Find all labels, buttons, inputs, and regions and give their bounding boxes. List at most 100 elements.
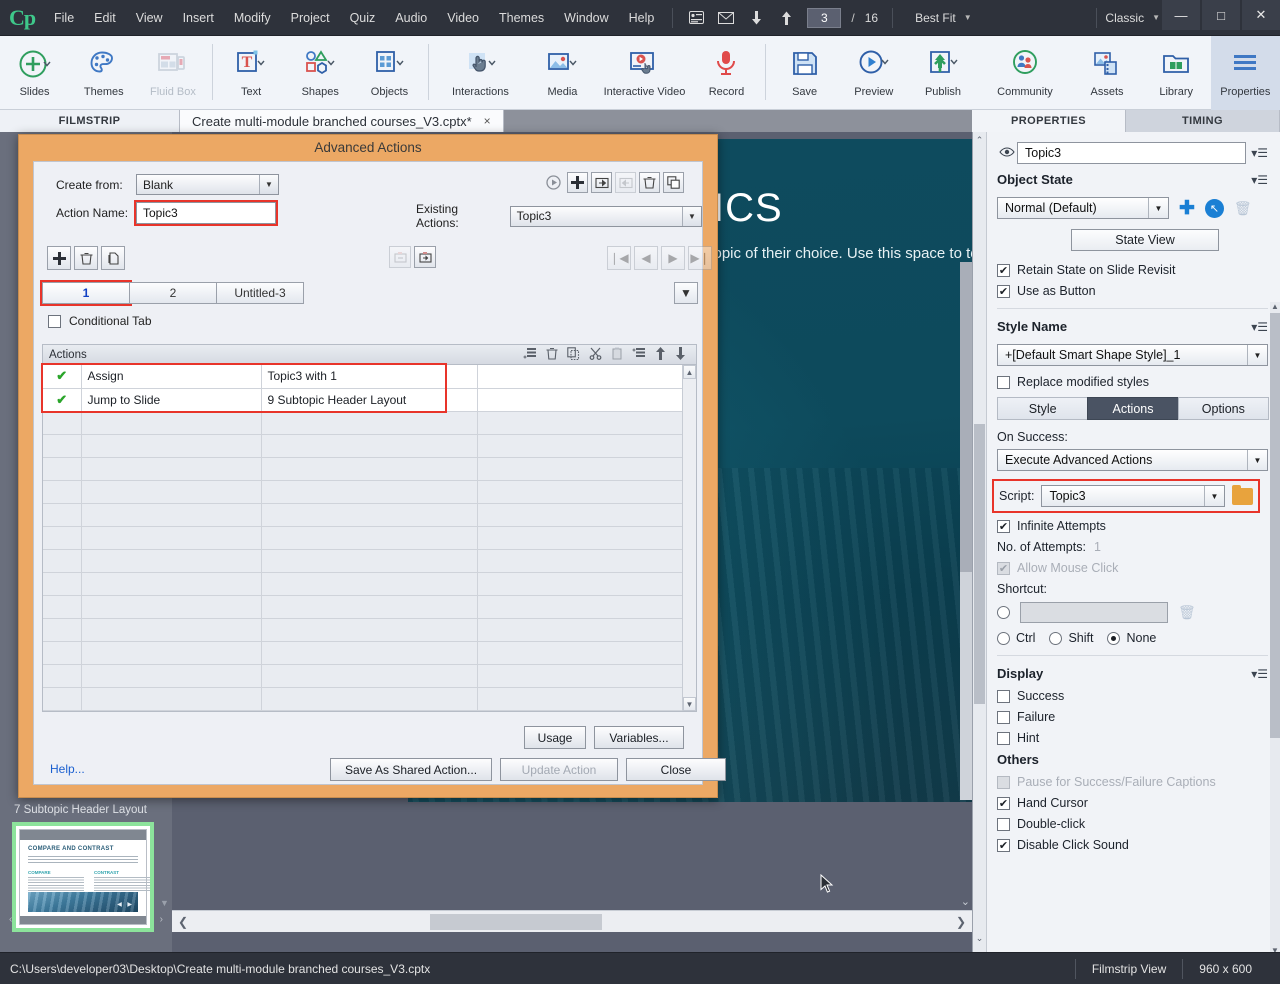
- row-action-cell[interactable]: [81, 618, 262, 642]
- canvas-vscroll-thumb[interactable]: [960, 262, 972, 572]
- existing-actions-select[interactable]: Topic3 ▼: [509, 205, 702, 227]
- row-status-cell[interactable]: [43, 618, 82, 642]
- menu-view[interactable]: View: [126, 0, 173, 36]
- row-action-cell[interactable]: [81, 664, 262, 688]
- row-action-cell[interactable]: [81, 480, 262, 504]
- row-action-cell[interactable]: [81, 687, 262, 711]
- row-extra-cell[interactable]: [477, 503, 696, 527]
- workspace-label[interactable]: Classic: [1105, 11, 1144, 25]
- grid-scroll-down-icon[interactable]: ▼: [683, 697, 696, 711]
- action-tabs-overflow-chevron-icon[interactable]: ▼: [674, 282, 698, 304]
- move-down-icon[interactable]: [744, 6, 768, 30]
- menu-help[interactable]: Help: [619, 0, 665, 36]
- row-detail-cell[interactable]: [261, 572, 478, 596]
- canvas-vertical-scrollbar[interactable]: [960, 262, 972, 800]
- tab-style[interactable]: Style: [997, 397, 1089, 420]
- properties-right-scroll-up-icon[interactable]: ▲: [1270, 302, 1280, 313]
- row-action-cell[interactable]: [81, 595, 262, 619]
- tab-actions[interactable]: Actions: [1087, 397, 1179, 420]
- close-button[interactable]: ✕: [1242, 0, 1280, 30]
- script-chevron-down-icon[interactable]: ▼: [1204, 486, 1224, 506]
- ribbon-assets[interactable]: Assets: [1072, 36, 1141, 110]
- row-detail-cell[interactable]: [261, 411, 478, 435]
- hand-cursor-row[interactable]: ✔ Hand Cursor: [997, 796, 1268, 810]
- tab-options[interactable]: Options: [1177, 397, 1269, 420]
- filmstrip-chevron-down-icon[interactable]: ▼: [160, 898, 169, 908]
- current-slide-input[interactable]: 3: [807, 7, 842, 28]
- canvas-hscroll-thumb[interactable]: [430, 913, 602, 930]
- display-success-checkbox[interactable]: [997, 689, 1010, 703]
- use-as-button-checkbox[interactable]: ✔: [997, 284, 1010, 298]
- modifier-ctrl[interactable]: Ctrl: [997, 631, 1035, 645]
- row-status-cell[interactable]: [43, 480, 82, 504]
- row-action-cell[interactable]: [81, 411, 262, 435]
- infinite-attempts-checkbox[interactable]: ✔: [997, 519, 1010, 533]
- tab-filmstrip[interactable]: FILMSTRIP: [0, 110, 180, 132]
- copy-row-icon[interactable]: [567, 346, 580, 363]
- zoom-level-label[interactable]: Best Fit: [915, 11, 956, 25]
- row-status-cell[interactable]: [43, 434, 82, 458]
- row-extra-cell[interactable]: [477, 664, 696, 688]
- row-action-cell[interactable]: Jump to Slide: [81, 388, 262, 412]
- modifier-none[interactable]: None: [1107, 631, 1156, 645]
- create-from-chevron-down-icon[interactable]: ▼: [259, 175, 278, 194]
- move-up-icon[interactable]: [774, 6, 798, 30]
- display-failure-checkbox[interactable]: [997, 710, 1010, 724]
- menu-project[interactable]: Project: [281, 0, 340, 36]
- row-detail-cell[interactable]: [261, 687, 478, 711]
- paste-row-icon[interactable]: [611, 347, 623, 363]
- row-action-cell[interactable]: [81, 572, 262, 596]
- ribbon-media[interactable]: Media: [528, 36, 597, 110]
- object-name-input[interactable]: Topic3: [1017, 142, 1246, 164]
- on-success-chevron-down-icon[interactable]: ▼: [1247, 450, 1267, 470]
- properties-scroll-down-icon[interactable]: ⌄: [973, 930, 986, 946]
- row-detail-cell[interactable]: [261, 434, 478, 458]
- export-tab-icon[interactable]: [414, 246, 436, 268]
- tab-document[interactable]: Create multi-module branched courses_V3.…: [180, 110, 504, 132]
- row-extra-cell[interactable]: [477, 434, 696, 458]
- action-tab-1[interactable]: 1: [40, 280, 132, 306]
- properties-right-scrollbar[interactable]: ▲ ▼: [1270, 302, 1280, 957]
- zoom-chevron-down-icon[interactable]: ▼: [964, 13, 972, 22]
- visibility-eye-icon[interactable]: [997, 146, 1017, 160]
- row-status-cell[interactable]: [43, 503, 82, 527]
- canvas-chevron-down-icon[interactable]: ⌄: [961, 895, 970, 908]
- delete-tab-icon[interactable]: [74, 246, 98, 270]
- last-icon[interactable]: ▶❘: [688, 246, 712, 270]
- row-extra-cell[interactable]: [477, 526, 696, 550]
- double-click-checkbox[interactable]: [997, 817, 1010, 831]
- filmstrip-horizontal-scrollbar[interactable]: ‹ ›: [6, 912, 166, 926]
- object-state-menu-icon[interactable]: ▾☰: [1246, 173, 1268, 187]
- delete-action-icon[interactable]: [639, 172, 660, 193]
- email-icon[interactable]: [714, 6, 738, 30]
- style-name-select[interactable]: +[Default Smart Shape Style]_1 ▼: [997, 344, 1268, 366]
- row-detail-cell[interactable]: [261, 503, 478, 527]
- menu-insert[interactable]: Insert: [173, 0, 224, 36]
- properties-right-scroll-thumb[interactable]: [1270, 313, 1280, 738]
- move-down-icon[interactable]: [675, 346, 686, 363]
- hand-cursor-checkbox[interactable]: ✔: [997, 796, 1010, 810]
- shift-radio[interactable]: [1049, 631, 1063, 645]
- row-extra-cell[interactable]: [477, 618, 696, 642]
- actions-grid[interactable]: ✔ Assign Topic3 with 1 ✔ Jump to Slide 9…: [41, 363, 697, 712]
- ribbon-community[interactable]: Community: [978, 36, 1073, 110]
- first-icon[interactable]: ❘◀: [607, 246, 631, 270]
- add-action-icon[interactable]: [567, 172, 588, 193]
- filmstrip-scroll-left-icon[interactable]: ‹: [9, 914, 12, 925]
- variables-button[interactable]: Variables...: [594, 726, 684, 749]
- state-view-button[interactable]: State View: [1071, 229, 1219, 251]
- style-name-chevron-down-icon[interactable]: ▼: [1247, 345, 1267, 365]
- display-failure-row[interactable]: Failure: [997, 710, 1268, 724]
- ribbon-interactive-video[interactable]: Interactive Video: [597, 36, 692, 110]
- replace-modified-styles-checkbox[interactable]: [997, 375, 1010, 389]
- row-action-cell[interactable]: [81, 457, 262, 481]
- ribbon-record[interactable]: Record: [692, 36, 761, 110]
- tab-properties[interactable]: PROPERTIES: [972, 110, 1126, 132]
- row-extra-cell[interactable]: [477, 595, 696, 619]
- allow-mouse-click-checkbox[interactable]: ✔: [997, 561, 1010, 575]
- row-action-cell[interactable]: [81, 549, 262, 573]
- ribbon-save[interactable]: Save: [770, 36, 839, 110]
- delete-row-icon[interactable]: [546, 347, 558, 363]
- row-status-cell[interactable]: [43, 411, 82, 435]
- add-state-icon[interactable]: ✚: [1179, 199, 1195, 218]
